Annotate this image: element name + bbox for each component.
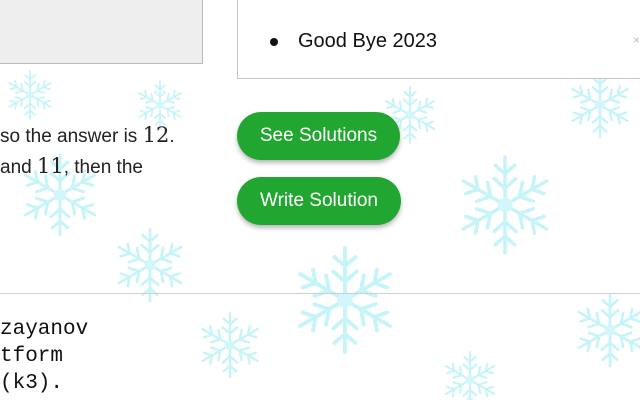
top-panel — [0, 0, 203, 64]
write-solution-button[interactable]: Write Solution — [237, 177, 401, 225]
see-solutions-button[interactable]: See Solutions — [237, 112, 400, 160]
credits-line-2: tform — [0, 345, 64, 368]
section-divider — [0, 293, 640, 294]
math-value: 11 — [36, 154, 64, 178]
close-icon[interactable]: × — [633, 34, 640, 46]
math-value: 12 — [142, 123, 170, 147]
problem-text-line-2: and 11, then the — [0, 154, 143, 178]
credits-line-1: zayanov — [0, 318, 89, 341]
contest-panel: Good Bye 2023 — [237, 0, 640, 79]
problem-text-line-1: so the answer is 12. — [0, 123, 175, 147]
bullet-icon — [270, 38, 278, 46]
credits-line-3: (k3). — [0, 372, 64, 395]
contest-link[interactable]: Good Bye 2023 — [298, 30, 437, 53]
